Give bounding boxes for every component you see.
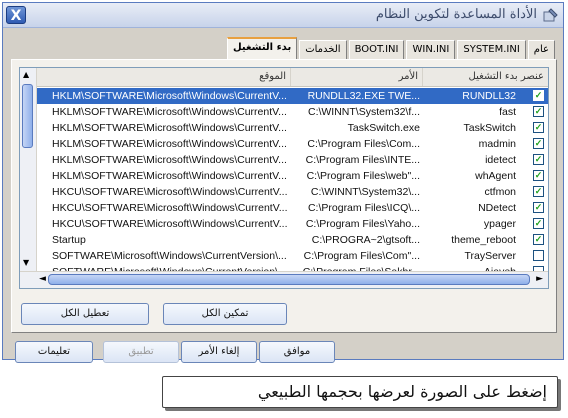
app-icon: [543, 8, 558, 22]
row-checkbox[interactable]: ✓: [533, 170, 544, 181]
row-startup-item: whAgent: [475, 170, 516, 182]
row-startup-item: fast: [499, 106, 516, 118]
row-checkbox[interactable]: ✓: [533, 122, 544, 133]
row-command: RUNDLL32.EXE TWE...: [307, 90, 420, 102]
row-checkbox[interactable]: ✓: [533, 218, 544, 229]
table-row[interactable]: HKLM\SOFTWARE\Microsoft\Windows\CurrentV…: [20, 120, 548, 136]
row-checkbox[interactable]: ✓: [533, 202, 544, 213]
row-command: TaskSwitch.exe: [347, 122, 420, 134]
tab-win-ini[interactable]: WIN.INI: [406, 40, 456, 59]
enable-all-button[interactable]: تمكين الكل: [163, 303, 287, 325]
scroll-right-icon[interactable]: ►: [536, 274, 543, 284]
row-location: HKCU\SOFTWARE\Microsoft\Windows\CurrentV…: [52, 186, 288, 198]
disable-all-button[interactable]: تعطيل الكل: [21, 303, 149, 325]
tab-system-ini[interactable]: SYSTEM.INI: [457, 40, 526, 59]
row-startup-item: RUNDLL32: [462, 90, 516, 102]
row-location: HKLM\SOFTWARE\Microsoft\Windows\CurrentV…: [52, 154, 287, 166]
table-row[interactable]: Startup C:\PROGRA~2\gtsoft... theme_reboot…: [20, 232, 548, 248]
horizontal-scroll-thumb[interactable]: [48, 274, 530, 285]
row-location: SOFTWARE\Microsoft\Windows\CurrentVersio…: [52, 250, 287, 262]
row-startup-item: ypager: [483, 218, 516, 230]
row-checkbox[interactable]: ✓: [533, 138, 544, 149]
row-command: C:\Program Files\Com...: [307, 138, 420, 150]
column-command[interactable]: الأمر: [290, 68, 422, 86]
row-startup-item: idetect: [485, 154, 516, 166]
tab-services[interactable]: الخدمات: [299, 40, 347, 59]
table-row[interactable]: HKLM\SOFTWARE\Microsoft\Windows\CurrentV…: [20, 104, 548, 120]
vertical-scroll-thumb[interactable]: [22, 84, 33, 148]
row-startup-item: NDetect: [478, 202, 516, 214]
row-startup-item: ctfmon: [484, 186, 516, 198]
startup-list[interactable]: الموقع الأمر عنصر بدء التشغيل HKLM\SOFTW…: [19, 67, 549, 289]
table-row[interactable]: HKLM\SOFTWARE\Microsoft\Windows\CurrentV…: [20, 88, 548, 104]
table-row[interactable]: SOFTWARE\Microsoft\Windows\CurrentVersio…: [20, 248, 548, 264]
row-command: C:\Program Files\Com"...: [303, 250, 420, 262]
row-command: C:\WINNT\System32\...: [310, 186, 420, 198]
ok-button[interactable]: موافق: [259, 341, 335, 363]
table-row[interactable]: HKLM\SOFTWARE\Microsoft\Windows\CurrentV…: [20, 168, 548, 184]
title-bar[interactable]: X الأداة المساعدة لتكوين النظام: [3, 3, 563, 28]
row-location: HKLM\SOFTWARE\Microsoft\Windows\CurrentV…: [52, 138, 287, 150]
tab-boot-ini[interactable]: BOOT.INI: [348, 40, 405, 59]
row-command: C:\Program Files\ICQ\...: [307, 202, 420, 214]
row-checkbox[interactable]: ✓: [533, 154, 544, 165]
scroll-down-icon[interactable]: ▼: [23, 258, 29, 267]
scroll-up-icon[interactable]: ▲: [23, 70, 29, 79]
row-location: Startup: [52, 234, 86, 246]
table-row[interactable]: HKCU\SOFTWARE\Microsoft\Windows\CurrentV…: [20, 216, 548, 232]
row-startup-item: madmin: [478, 138, 516, 150]
tab-startup[interactable]: بدء التشغيل: [227, 37, 298, 59]
row-startup-item: TaskSwitch: [463, 122, 516, 134]
list-header: الموقع الأمر عنصر بدء التشغيل: [20, 68, 548, 87]
table-row[interactable]: HKCU\SOFTWARE\Microsoft\Windows\CurrentV…: [20, 184, 548, 200]
row-checkbox[interactable]: ✓: [533, 186, 544, 197]
msconfig-window: X الأداة المساعدة لتكوين النظام عام SYST…: [2, 2, 564, 363]
row-command: C:\WINNT\System32\f...: [307, 106, 420, 118]
table-row[interactable]: HKLM\SOFTWARE\Microsoft\Windows\CurrentV…: [20, 136, 548, 152]
tab-general[interactable]: عام: [527, 40, 555, 59]
row-checkbox[interactable]: ✓: [533, 106, 544, 117]
apply-button[interactable]: تطبيق: [103, 341, 179, 363]
row-location: HKLM\SOFTWARE\Microsoft\Windows\CurrentV…: [52, 90, 287, 102]
row-checkbox[interactable]: ✓: [533, 234, 544, 245]
row-command: C:\Program Files\INTE...: [305, 154, 420, 166]
vertical-scrollbar[interactable]: ▲ ▼: [20, 68, 37, 288]
row-location: HKLM\SOFTWARE\Microsoft\Windows\CurrentV…: [52, 106, 287, 118]
row-command: C:\Program Files\Yaho...: [305, 218, 420, 230]
scroll-left-icon[interactable]: ◄: [39, 274, 46, 284]
horizontal-scrollbar[interactable]: ◄ ►: [20, 271, 548, 288]
row-location: HKLM\SOFTWARE\Microsoft\Windows\CurrentV…: [52, 170, 287, 182]
help-button[interactable]: تعليمات: [15, 341, 93, 363]
row-checkbox[interactable]: ✓: [533, 90, 544, 101]
table-row[interactable]: HKCU\SOFTWARE\Microsoft\Windows\CurrentV…: [20, 200, 548, 216]
column-location[interactable]: الموقع: [36, 68, 290, 86]
row-command: C:\Program Files\web"...: [306, 170, 420, 182]
cancel-button[interactable]: إلغاء الأمر: [181, 341, 257, 363]
row-startup-item: theme_reboot: [451, 234, 516, 246]
row-startup-item: TrayServer: [464, 250, 516, 262]
enlarge-caption[interactable]: إضغط على الصورة لعرضها بحجمها الطبيعي: [162, 376, 558, 408]
row-location: HKCU\SOFTWARE\Microsoft\Windows\CurrentV…: [52, 218, 288, 230]
close-button[interactable]: X: [6, 6, 26, 24]
table-row[interactable]: HKLM\SOFTWARE\Microsoft\Windows\CurrentV…: [20, 152, 548, 168]
window-title: الأداة المساعدة لتكوين النظام: [375, 7, 537, 22]
column-startup-item[interactable]: عنصر بدء التشغيل: [422, 68, 548, 86]
row-command: C:\PROGRA~2\gtsoft...: [311, 234, 420, 246]
row-checkbox[interactable]: [533, 250, 544, 261]
row-location: HKCU\SOFTWARE\Microsoft\Windows\CurrentV…: [52, 202, 288, 214]
tab-strip: عام SYSTEM.INI WIN.INI BOOT.INI الخدمات …: [225, 37, 555, 59]
row-location: HKLM\SOFTWARE\Microsoft\Windows\CurrentV…: [52, 122, 287, 134]
